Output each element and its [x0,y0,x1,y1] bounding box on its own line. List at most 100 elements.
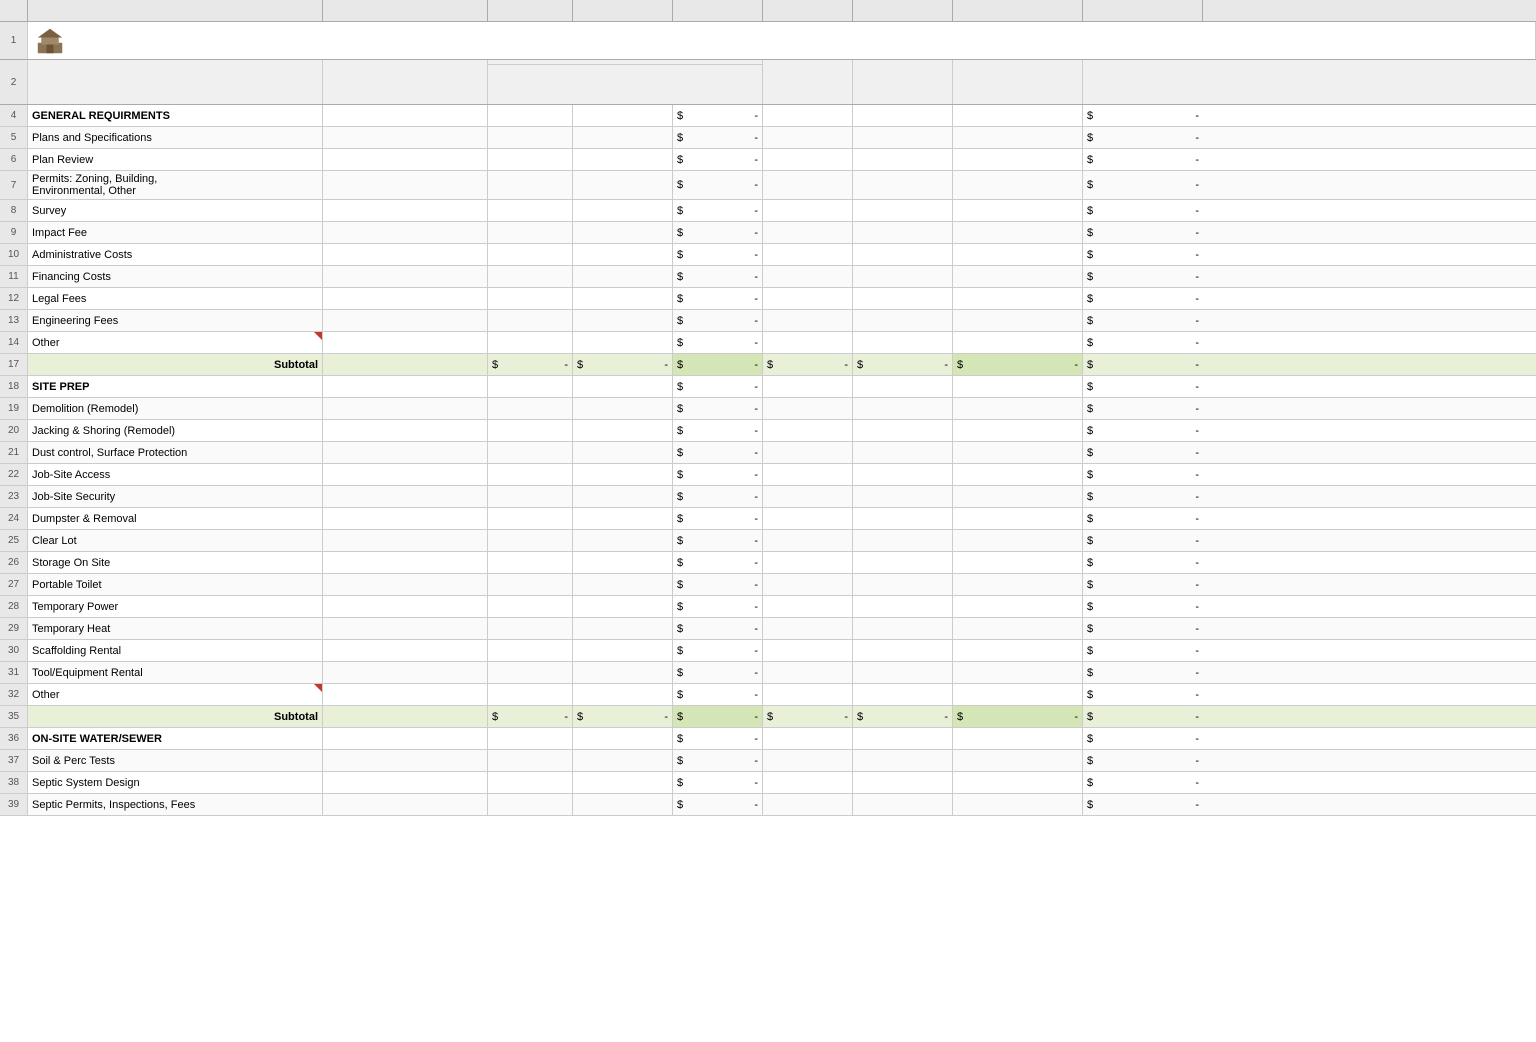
cell-actual[interactable] [763,794,853,815]
cell-amount-due[interactable]: $- [1083,662,1203,683]
cell-labor[interactable] [488,618,573,639]
cell-labor[interactable] [488,171,573,199]
cell-description[interactable]: Scaffolding Rental [28,640,323,661]
cell-total[interactable]: $- [673,772,763,793]
cell-description[interactable]: Demolition (Remodel) [28,398,323,419]
cell-subcontractor[interactable] [323,684,488,705]
cell-materials[interactable] [573,684,673,705]
cell-actual[interactable] [763,398,853,419]
cell-total[interactable]: $- [673,530,763,551]
cell-variance[interactable] [853,376,953,397]
cell-variance[interactable]: $- [853,706,953,727]
cell-variance[interactable] [853,222,953,243]
cell-total[interactable]: $- [673,105,763,126]
cell-actual[interactable] [763,310,853,331]
cell-subcontractor[interactable] [323,618,488,639]
cell-current-paid[interactable] [953,222,1083,243]
cell-amount-due[interactable]: $- [1083,310,1203,331]
cell-variance[interactable] [853,618,953,639]
cell-materials[interactable] [573,794,673,815]
cell-subcontractor[interactable] [323,530,488,551]
cell-total[interactable]: $- [673,310,763,331]
cell-variance[interactable] [853,288,953,309]
cell-variance[interactable] [853,464,953,485]
cell-subcontractor[interactable] [323,486,488,507]
cell-current-paid[interactable] [953,618,1083,639]
cell-description[interactable]: Dust control, Surface Protection [28,442,323,463]
cell-actual[interactable] [763,127,853,148]
cell-actual[interactable] [763,750,853,771]
cell-total[interactable]: $- [673,288,763,309]
cell-amount-due[interactable]: $- [1083,398,1203,419]
cell-current-paid[interactable] [953,171,1083,199]
cell-current-paid[interactable] [953,127,1083,148]
cell-materials[interactable]: $- [573,354,673,375]
cell-materials[interactable] [573,530,673,551]
cell-total[interactable]: $- [673,640,763,661]
cell-subcontractor[interactable] [323,288,488,309]
cell-total[interactable]: $- [673,552,763,573]
cell-amount-due[interactable]: $- [1083,618,1203,639]
cell-materials[interactable] [573,288,673,309]
cell-total[interactable]: $- [673,398,763,419]
cell-description[interactable]: Other [28,684,323,705]
cell-amount-due[interactable]: $- [1083,376,1203,397]
cell-materials[interactable] [573,376,673,397]
cell-description[interactable]: Septic System Design [28,772,323,793]
cell-current-paid[interactable] [953,662,1083,683]
cell-total[interactable]: $- [673,508,763,529]
cell-materials[interactable] [573,266,673,287]
cell-materials[interactable] [573,200,673,221]
cell-current-paid[interactable] [953,105,1083,126]
cell-materials[interactable] [573,640,673,661]
cell-variance[interactable] [853,772,953,793]
cell-variance[interactable] [853,684,953,705]
cell-description[interactable]: Impact Fee [28,222,323,243]
cell-materials[interactable] [573,420,673,441]
cell-total[interactable]: $- [673,266,763,287]
cell-current-paid[interactable] [953,640,1083,661]
cell-materials[interactable] [573,398,673,419]
cell-variance[interactable] [853,794,953,815]
cell-subcontractor[interactable] [323,105,488,126]
cell-actual[interactable] [763,772,853,793]
cell-current-paid[interactable] [953,376,1083,397]
cell-labor[interactable] [488,772,573,793]
cell-labor[interactable] [488,376,573,397]
cell-labor[interactable] [488,662,573,683]
cell-labor[interactable] [488,420,573,441]
cell-description[interactable]: Administrative Costs [28,244,323,265]
cell-subcontractor[interactable] [323,420,488,441]
cell-total[interactable]: $- [673,794,763,815]
cell-variance[interactable] [853,420,953,441]
cell-description[interactable]: Financing Costs [28,266,323,287]
cell-description[interactable]: Tool/Equipment Rental [28,662,323,683]
cell-current-paid[interactable] [953,398,1083,419]
cell-total[interactable]: $- [673,464,763,485]
cell-amount-due[interactable]: $- [1083,288,1203,309]
cell-subcontractor[interactable] [323,149,488,170]
cell-amount-due[interactable]: $- [1083,149,1203,170]
cell-labor[interactable]: $- [488,354,573,375]
cell-actual[interactable] [763,149,853,170]
cell-current-paid[interactable] [953,728,1083,749]
cell-amount-due[interactable]: $- [1083,332,1203,353]
cell-total[interactable]: $- [673,354,763,375]
cell-materials[interactable] [573,486,673,507]
cell-amount-due[interactable]: $- [1083,171,1203,199]
cell-actual[interactable] [763,222,853,243]
cell-actual[interactable] [763,684,853,705]
cell-subcontractor[interactable] [323,794,488,815]
cell-materials[interactable] [573,728,673,749]
cell-subcontractor[interactable] [323,222,488,243]
cell-current-paid[interactable] [953,574,1083,595]
cell-labor[interactable] [488,442,573,463]
cell-amount-due[interactable]: $- [1083,706,1203,727]
cell-materials[interactable] [573,552,673,573]
cell-labor[interactable] [488,244,573,265]
cell-subcontractor[interactable] [323,310,488,331]
cell-description[interactable]: Portable Toilet [28,574,323,595]
cell-total[interactable]: $- [673,662,763,683]
cell-total[interactable]: $- [673,574,763,595]
cell-current-paid[interactable]: $- [953,354,1083,375]
